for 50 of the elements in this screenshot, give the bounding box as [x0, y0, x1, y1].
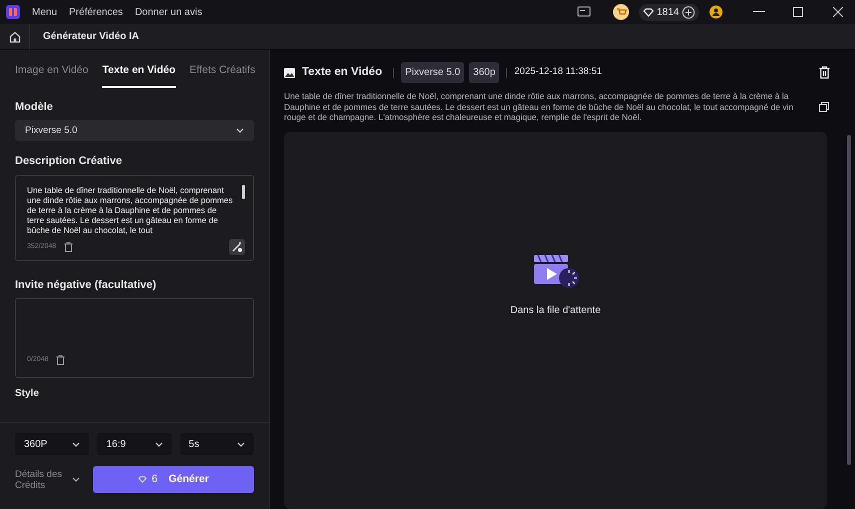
chevron-down-icon — [154, 442, 163, 446]
chevron-down-icon — [72, 442, 80, 446]
timestamp: 2025-12-18 11:38:51 — [514, 65, 602, 80]
credit-count: 1814 — [656, 6, 679, 20]
model-dropdown[interactable]: Pixverse 5.0 — [15, 120, 254, 142]
scrollbar-thumb[interactable] — [847, 135, 851, 465]
field-label: Description Créative — [15, 154, 123, 170]
screen-icon[interactable] — [576, 6, 591, 18]
option-dropdown[interactable]: 16:9 — [97, 433, 172, 455]
task-title: Texte en Vidéo — [302, 64, 382, 80]
copy-icon[interactable] — [819, 102, 829, 112]
prompt-text: Une table de dîner traditionnelle de Noël, comprenant une dinde rôtie aux marrons, accompagnée de pommes de terre à la crème à la Dauphine et de pommes de terre sautées. Le dessert est un gâteau en forme de bûche de Noël au chocolat, le tout accompagné de vin rouge et de champagne. L'atmosphère est chaleureuse et magique, remplie de l'esprit de Noël. — [284, 91, 794, 122]
tag: Pixverse 5.0 — [401, 62, 464, 83]
credits-details-label[interactable]: Détails des Crédits — [15, 468, 63, 490]
tab[interactable]: Image en Vidéo — [15, 62, 88, 88]
maximize-icon[interactable] — [793, 7, 803, 17]
page-title: Générateur Vidéo IA — [43, 30, 139, 44]
diamond-icon — [642, 8, 654, 16]
chevron-down-icon — [236, 442, 245, 446]
diamond-icon — [138, 476, 147, 483]
description-text: Une table de dîner traditionnelle de Noël, comprenant une dinde rôtie aux marrons, accompagnée de pommes de terre à la crème à la Dauphine et de pommes de terre sautées. Le dessert est un gâteau en forme de bûche de Noël au chocolat, le tout — [27, 184, 233, 235]
add-icon[interactable] — [682, 6, 695, 18]
chevron-down-icon — [236, 128, 244, 134]
magic-wand-icon[interactable] — [229, 238, 245, 255]
field-label: Style — [15, 387, 40, 402]
tag: 360p — [469, 62, 500, 83]
app-logo-icon — [6, 5, 20, 19]
menu-item[interactable]: Menu — [32, 4, 58, 20]
field-label: Invite négative (facultative) — [15, 278, 158, 293]
minimize-icon[interactable] — [753, 11, 765, 13]
home-icon[interactable] — [8, 30, 20, 42]
option-dropdown[interactable]: 5s — [180, 433, 254, 455]
field-label: Modèle — [15, 100, 54, 115]
queue-status: Dans la file d'attente — [510, 304, 601, 318]
cart-icon[interactable] — [612, 4, 629, 20]
menu-item[interactable]: Donner un avis — [134, 4, 202, 20]
chevron-down-icon[interactable] — [72, 477, 80, 482]
close-icon[interactable] — [833, 7, 843, 17]
trash-icon[interactable] — [64, 242, 74, 252]
trash-icon[interactable] — [56, 355, 66, 365]
menu-item[interactable]: Préférences — [69, 4, 123, 20]
description-field[interactable] — [15, 174, 254, 261]
avatar-icon[interactable] — [709, 5, 723, 19]
image-icon — [284, 68, 295, 78]
scrollbar-thumb[interactable] — [242, 184, 245, 199]
tab[interactable]: Effets Créatifs — [190, 62, 256, 88]
video-queue-icon — [532, 252, 580, 289]
generate-button[interactable]: 6 Générer — [92, 466, 254, 493]
option-dropdown[interactable]: 360P — [15, 433, 90, 455]
tab[interactable]: Texte en Vidéo — [102, 62, 176, 88]
